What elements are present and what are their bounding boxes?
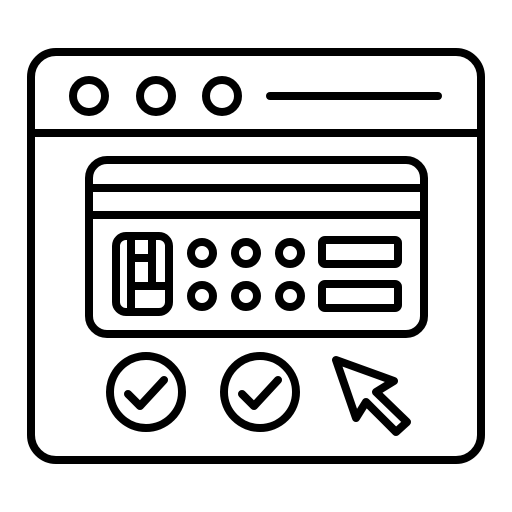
window-dot-icon[interactable]: [136, 76, 176, 116]
card-dot: [231, 238, 261, 268]
icon-canvas: [0, 0, 512, 512]
checkmark-circle-icon[interactable]: [220, 352, 300, 432]
card-number-dots: [187, 238, 305, 311]
window-dot-icon[interactable]: [202, 76, 242, 116]
card-info-field: [318, 236, 402, 268]
checkmark-circle-icon[interactable]: [106, 352, 186, 432]
window-dot-icon[interactable]: [69, 76, 109, 116]
card-dot: [231, 281, 261, 311]
card-dot: [275, 281, 305, 311]
card-dot: [187, 238, 217, 268]
payment-card[interactable]: [85, 156, 428, 338]
online-card-payment-icon: [27, 48, 485, 464]
card-chip-icon: [112, 232, 173, 316]
card-dot: [275, 238, 305, 268]
card-dot: [187, 281, 217, 311]
card-info-field: [318, 280, 402, 312]
mouse-cursor-icon: [332, 356, 411, 436]
